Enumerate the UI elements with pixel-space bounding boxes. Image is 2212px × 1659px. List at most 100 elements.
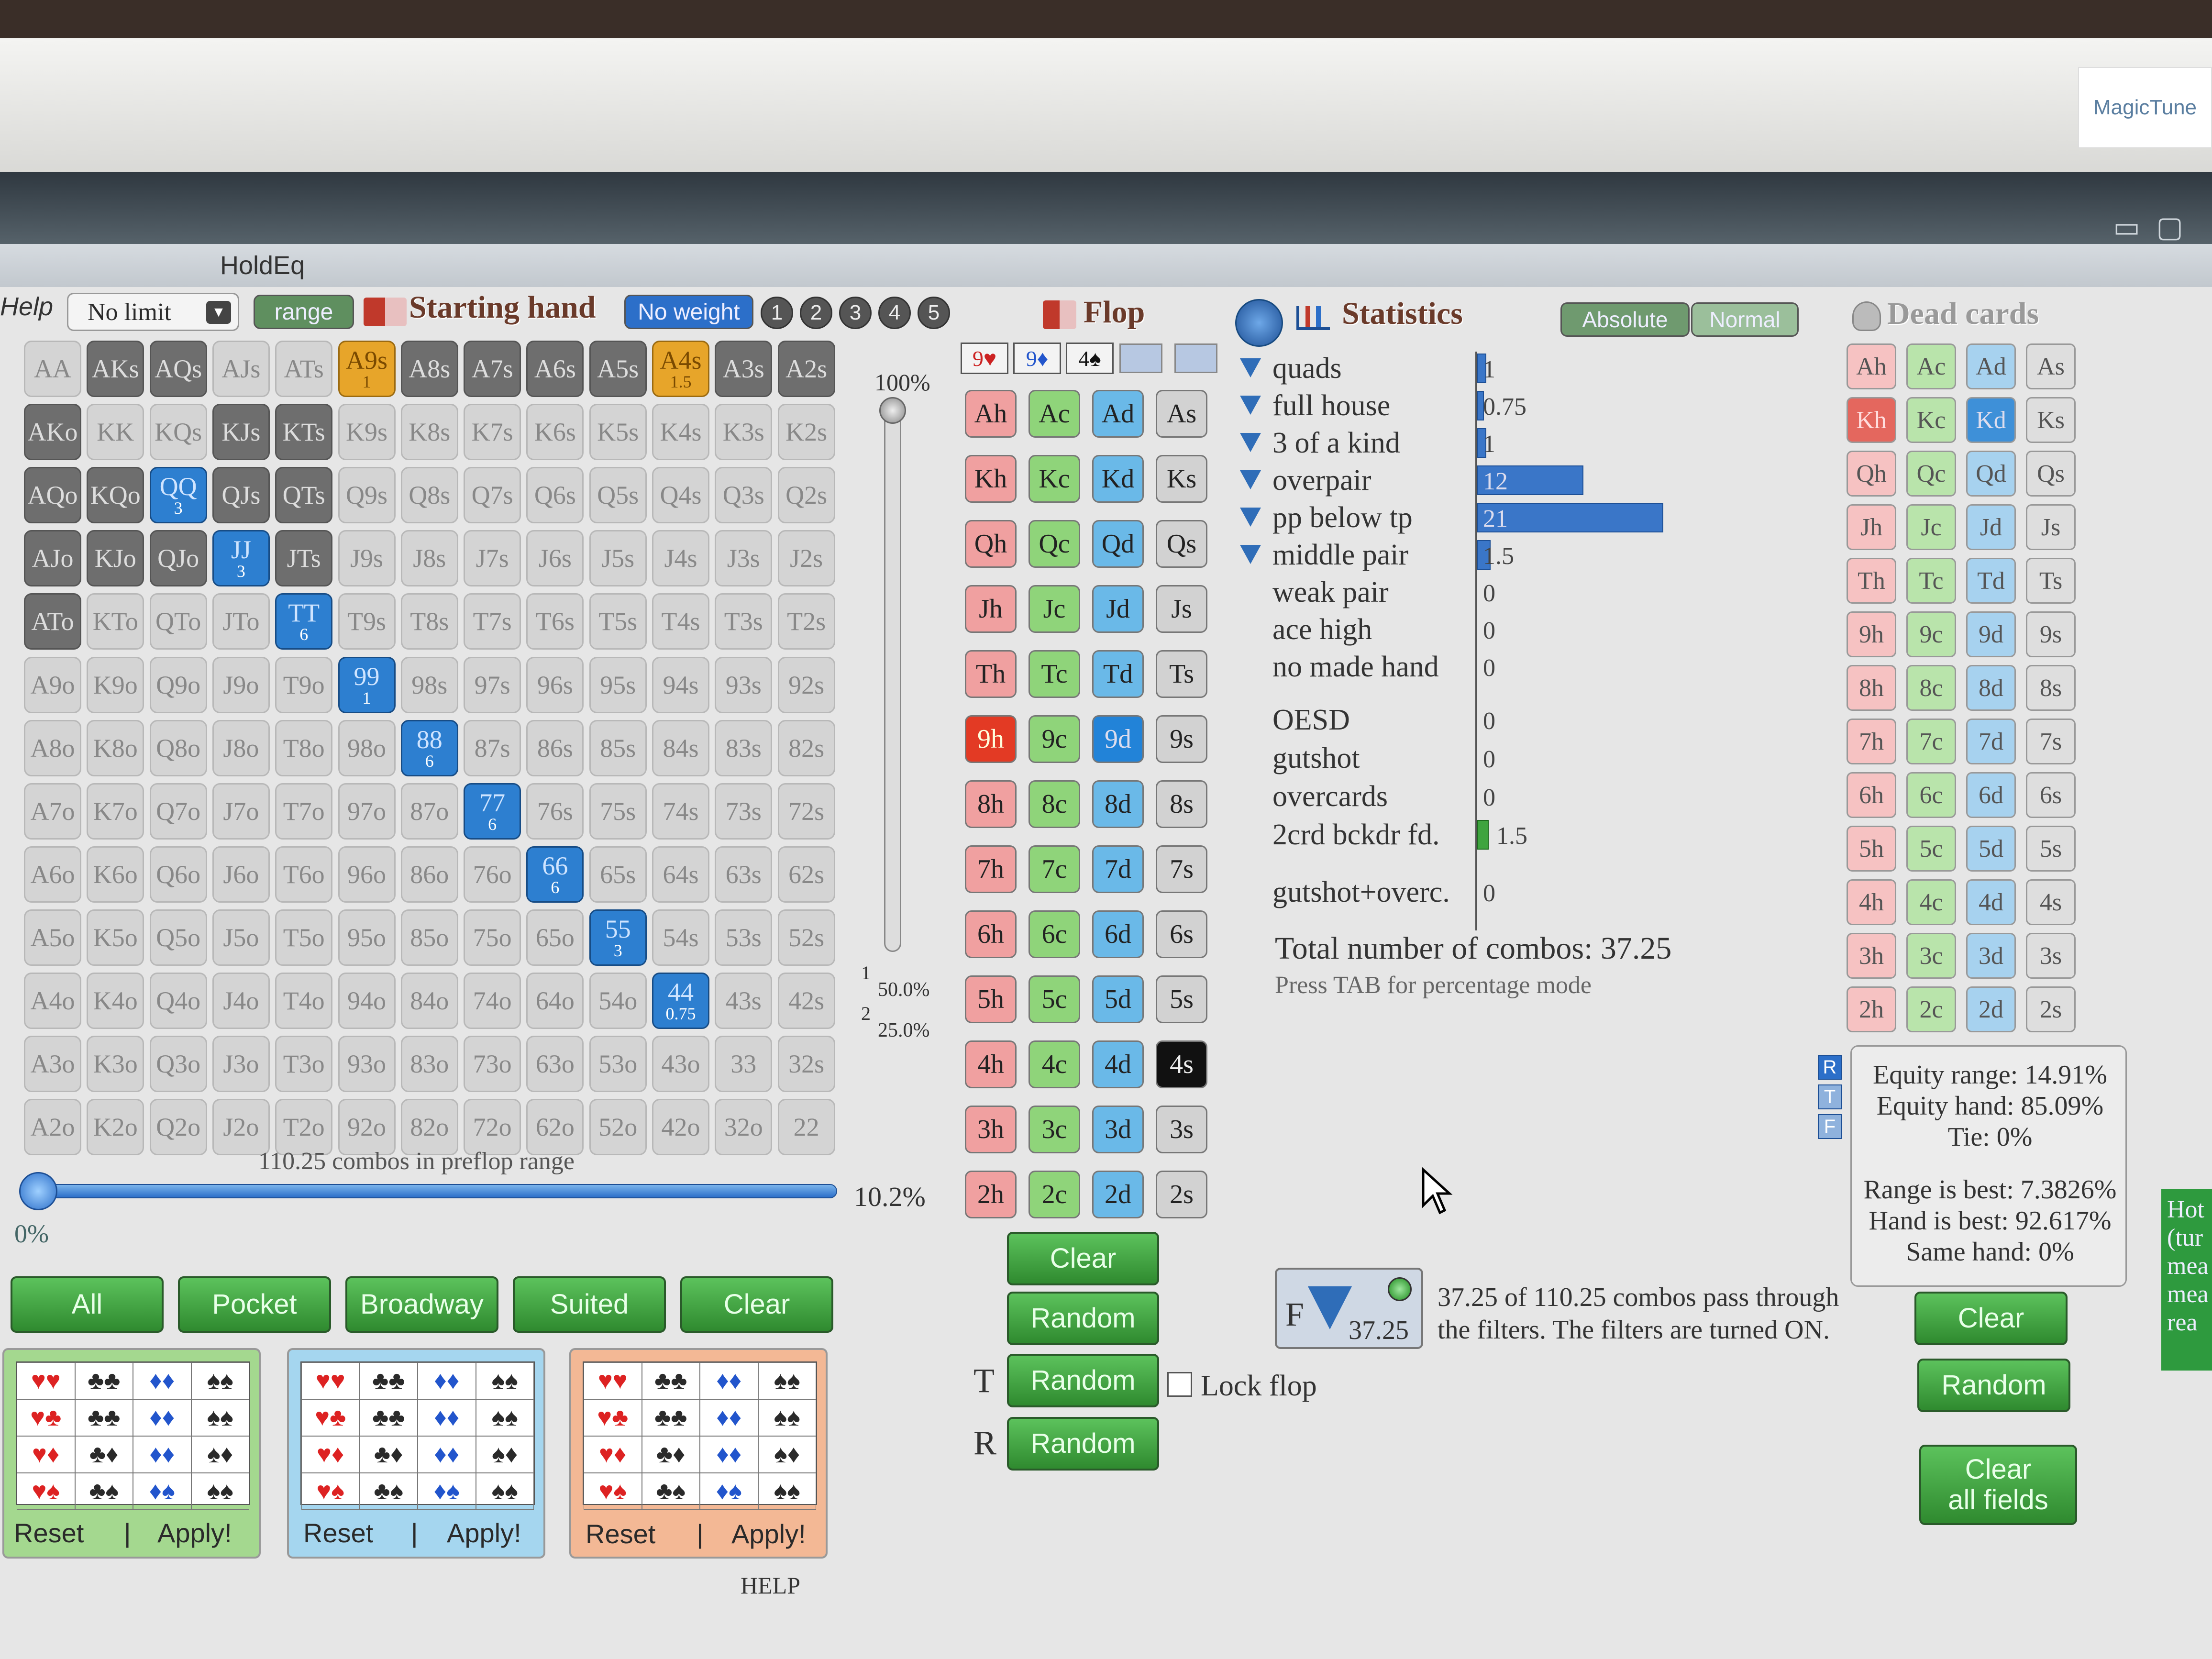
flop-random-button[interactable]: Random xyxy=(1007,1292,1159,1345)
flop-card[interactable]: 2c xyxy=(1029,1171,1080,1218)
hand-cell[interactable]: 74s xyxy=(652,783,709,840)
hand-cell[interactable]: AQs xyxy=(149,341,207,397)
hand-cell[interactable]: AKo xyxy=(24,404,81,461)
dead-card[interactable]: Qd xyxy=(1966,451,2016,497)
hand-cell[interactable]: A2o xyxy=(24,1099,81,1156)
river-random-button[interactable]: Random xyxy=(1007,1417,1159,1471)
dead-card[interactable]: 9h xyxy=(1847,611,1896,657)
flop-card[interactable]: 7c xyxy=(1029,845,1080,893)
dead-card[interactable]: Jc xyxy=(1906,504,1956,550)
hand-cell[interactable]: 98s xyxy=(400,656,458,713)
hand-cell[interactable]: 64o xyxy=(526,973,584,1029)
flop-card[interactable]: Ac xyxy=(1029,390,1080,438)
hand-cell[interactable]: K7s xyxy=(464,404,521,461)
hand-cell[interactable]: T9s xyxy=(338,593,396,650)
dead-card[interactable]: 2h xyxy=(1847,986,1896,1032)
hand-cell[interactable]: T8s xyxy=(400,593,458,650)
hand-cell[interactable]: 32o xyxy=(715,1099,773,1156)
hand-cell[interactable]: KTo xyxy=(87,593,144,650)
hand-cell[interactable]: AKs xyxy=(87,341,144,397)
weight-number-button[interactable]: 5 xyxy=(918,297,950,329)
hand-cell[interactable]: KK xyxy=(87,404,144,461)
flop-card[interactable]: Ts xyxy=(1156,650,1207,698)
hand-cell[interactable]: T6o xyxy=(275,846,333,903)
hand-cell[interactable]: T4s xyxy=(652,593,709,650)
hand-cell[interactable]: J3o xyxy=(212,1036,270,1093)
dead-card[interactable]: 9s xyxy=(2026,611,2076,657)
flop-card[interactable]: 7h xyxy=(965,845,1017,893)
dead-card[interactable]: Td xyxy=(1966,558,2016,604)
hand-cell[interactable]: KJo xyxy=(87,530,144,587)
hand-cell[interactable]: 53o xyxy=(589,1036,647,1093)
hand-cell[interactable]: A3s xyxy=(715,341,773,397)
hand-cell[interactable]: A7o xyxy=(24,783,81,840)
filter-funnel-icon[interactable] xyxy=(1240,508,1261,527)
menu-help[interactable]: Help xyxy=(0,292,53,321)
dead-card[interactable]: 7h xyxy=(1847,719,1896,764)
hand-cell[interactable]: TT 6 xyxy=(275,593,333,650)
flop-card[interactable]: As xyxy=(1156,390,1207,438)
rtf-toggle[interactable]: T xyxy=(1818,1084,1842,1109)
flop-card[interactable]: Kd xyxy=(1092,455,1144,503)
flop-card[interactable]: 5h xyxy=(965,975,1017,1023)
hand-cell[interactable]: A6s xyxy=(526,341,584,397)
hand-cell[interactable]: 87o xyxy=(400,783,458,840)
flop-card[interactable]: 9h xyxy=(965,715,1017,763)
hand-cell[interactable]: 54s xyxy=(652,909,709,966)
hand-cell[interactable]: K6o xyxy=(87,846,144,903)
hand-cell[interactable]: 95o xyxy=(338,909,396,966)
flop-card[interactable]: 6s xyxy=(1156,910,1207,958)
hand-cell[interactable]: 97s xyxy=(464,656,521,713)
flop-card[interactable]: 7s xyxy=(1156,845,1207,893)
hand-cell[interactable]: J7s xyxy=(464,530,521,587)
hand-cell[interactable]: JTs xyxy=(275,530,333,587)
hand-cell[interactable]: T5s xyxy=(589,593,647,650)
dead-card[interactable]: Ad xyxy=(1966,343,2016,389)
flop-card[interactable]: Jh xyxy=(965,585,1017,633)
window-controls[interactable]: ▭ ▢ xyxy=(2113,210,2183,244)
hand-cell[interactable]: T3s xyxy=(715,593,773,650)
hand-cell[interactable]: 98o xyxy=(338,719,396,776)
hand-cell[interactable]: 85s xyxy=(589,719,647,776)
dead-card[interactable]: 3d xyxy=(1966,933,2016,979)
dead-card[interactable]: 4s xyxy=(2026,879,2076,925)
dead-card[interactable]: As xyxy=(2026,343,2076,389)
flop-card[interactable]: 4s xyxy=(1156,1040,1207,1088)
dead-card[interactable]: Qs xyxy=(2026,451,2076,497)
hand-cell[interactable]: Q9s xyxy=(338,467,396,524)
hand-cell[interactable]: 96s xyxy=(526,656,584,713)
flop-card[interactable]: Jc xyxy=(1029,585,1080,633)
flop-card[interactable]: 9d xyxy=(1092,715,1144,763)
dead-card[interactable]: Kc xyxy=(1906,397,1956,443)
hand-cell[interactable]: K8o xyxy=(87,719,144,776)
hand-cell[interactable]: 52s xyxy=(777,909,835,966)
filter-funnel-icon[interactable] xyxy=(1240,396,1261,415)
hand-cell[interactable]: A2s xyxy=(777,341,835,397)
hand-cell[interactable]: Q3o xyxy=(149,1036,207,1093)
hand-cell[interactable]: K3s xyxy=(715,404,773,461)
hand-cell[interactable]: J8s xyxy=(400,530,458,587)
flop-card[interactable]: 4d xyxy=(1092,1040,1144,1088)
hand-cell[interactable]: 63o xyxy=(526,1036,584,1093)
hand-cell[interactable]: A5o xyxy=(24,909,81,966)
flop-card[interactable]: 6c xyxy=(1029,910,1080,958)
flop-card[interactable]: 8d xyxy=(1092,780,1144,828)
hand-cell[interactable]: K8s xyxy=(400,404,458,461)
hand-cell[interactable]: T3o xyxy=(275,1036,333,1093)
dead-card[interactable]: 7c xyxy=(1906,719,1956,764)
dead-card[interactable]: 4h xyxy=(1847,879,1896,925)
hand-cell[interactable]: A8s xyxy=(400,341,458,397)
hand-cell[interactable]: J9s xyxy=(338,530,396,587)
dead-card[interactable]: Js xyxy=(2026,504,2076,550)
hand-cell[interactable]: QTs xyxy=(275,467,333,524)
flop-card[interactable]: Td xyxy=(1092,650,1144,698)
flop-card[interactable]: 2d xyxy=(1092,1171,1144,1218)
hand-cell[interactable]: 83o xyxy=(400,1036,458,1093)
hand-cell[interactable]: J7o xyxy=(212,783,270,840)
hand-cell[interactable]: 86o xyxy=(400,846,458,903)
hand-cell[interactable]: JJ 3 xyxy=(212,530,270,587)
filter-box[interactable]: F 37.25 xyxy=(1275,1268,1423,1349)
flop-card[interactable]: 6d xyxy=(1092,910,1144,958)
flop-card[interactable]: Qh xyxy=(965,520,1017,568)
hand-cell[interactable]: AJo xyxy=(24,530,81,587)
